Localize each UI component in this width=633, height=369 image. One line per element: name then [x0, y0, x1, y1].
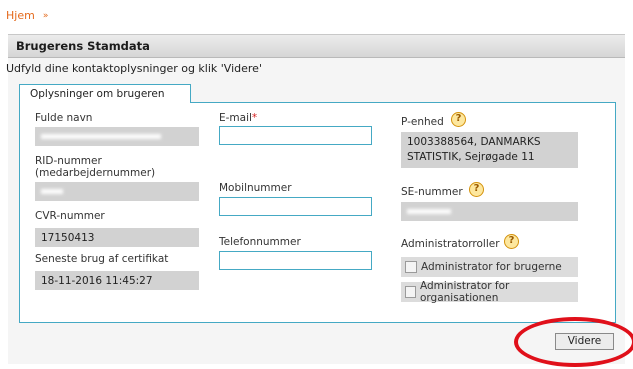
breadcrumb: Hjem » — [6, 9, 48, 22]
phone-field[interactable] — [219, 251, 372, 270]
full-name-label: Fulde navn — [35, 112, 93, 124]
help-icon[interactable]: ? — [451, 112, 466, 127]
email-label-text: E-mail — [219, 112, 252, 124]
se-label: SE-nummer — [401, 186, 463, 198]
p-unit-label: P-enhed — [401, 116, 444, 128]
breadcrumb-home-link[interactable]: Hjem — [6, 9, 35, 22]
rid-value — [35, 182, 199, 201]
tab-user-info[interactable]: Oplysninger om brugeren — [19, 84, 191, 103]
cvr-value: 17150413 — [35, 228, 199, 247]
mobile-field[interactable] — [219, 197, 372, 216]
help-icon[interactable]: ? — [469, 182, 484, 197]
admin-users-label: Administrator for brugerne — [421, 261, 562, 273]
admin-roles-label: Administratorroller — [401, 238, 500, 250]
email-label: E-mail* — [219, 112, 257, 124]
admin-org-option[interactable]: Administrator for organisationen — [401, 280, 578, 304]
rid-label: RID-nummer (medarbejdernummer) — [35, 155, 155, 179]
breadcrumb-separator-icon: » — [42, 10, 48, 21]
p-unit-value: 1003388564, DANMARKS STATISTIK, Sejrøgad… — [401, 132, 578, 168]
next-button[interactable]: Videre — [555, 333, 614, 350]
redaction-blur — [41, 189, 63, 194]
p-unit-value-line2: STATISTIK, Sejrøgade 11 — [407, 151, 535, 163]
redaction-blur — [41, 134, 161, 139]
admin-org-label: Administrator for organisationen — [420, 280, 510, 304]
p-unit-value-line1: 1003388564, DANMARKS — [407, 136, 541, 148]
panel-title: Brugerens Stamdata — [8, 34, 625, 58]
admin-users-option[interactable]: Administrator for brugerne — [401, 257, 578, 277]
rid-label-line2: (medarbejdernummer) — [35, 167, 156, 179]
mobile-label: Mobilnummer — [219, 182, 292, 194]
phone-label: Telefonnummer — [219, 236, 301, 248]
admin-users-checkbox[interactable] — [405, 261, 417, 273]
email-field[interactable] — [219, 126, 372, 145]
instruction-text: Udfyld dine kontaktoplysninger og klik '… — [6, 62, 262, 75]
last-cert-value: 18-11-2016 11:45:27 — [35, 271, 199, 290]
last-cert-label: Seneste brug af certifikat — [35, 253, 169, 265]
help-icon[interactable]: ? — [504, 234, 519, 249]
admin-org-checkbox[interactable] — [405, 286, 416, 298]
se-value — [401, 202, 578, 221]
redaction-blur — [407, 209, 451, 214]
rid-label-line1: RID-nummer — [35, 155, 102, 167]
required-marker: * — [251, 112, 258, 124]
full-name-value — [35, 127, 199, 146]
cvr-label: CVR-nummer — [35, 210, 105, 222]
